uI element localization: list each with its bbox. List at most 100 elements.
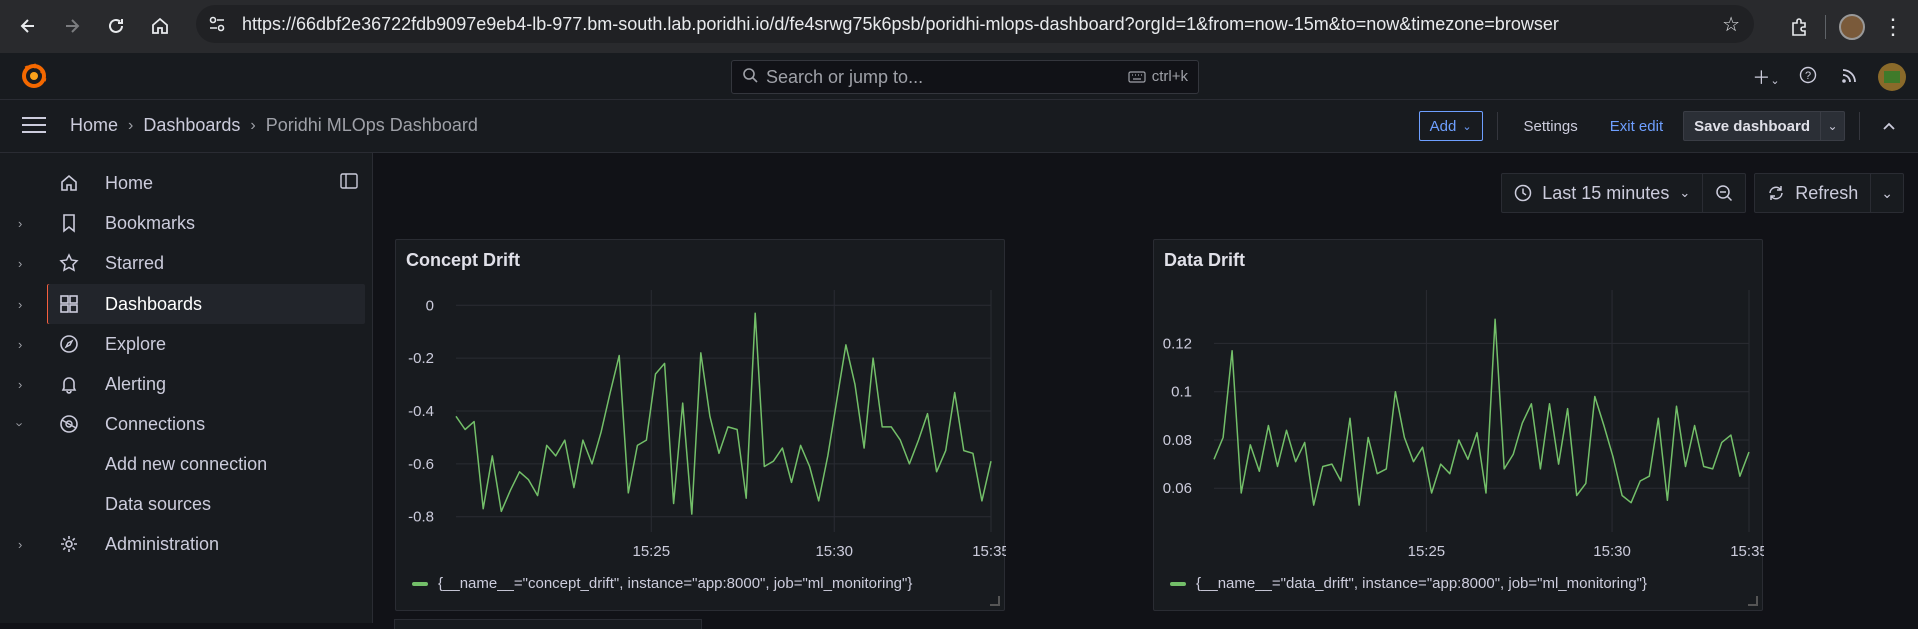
zoom-out-icon (1716, 185, 1733, 202)
bell-icon (58, 373, 80, 395)
y-tick-label: 0.1 (1171, 384, 1192, 401)
menu-kebab-icon[interactable]: ⋮ (1878, 14, 1908, 40)
breadcrumb-home[interactable]: Home (70, 115, 118, 136)
y-tick-label: 0.12 (1163, 335, 1192, 352)
profile-avatar[interactable] (1832, 7, 1872, 47)
sidebar-item-administration[interactable]: › Administration (0, 524, 365, 564)
chevron-right-icon[interactable]: › (18, 256, 22, 271)
legend-item[interactable]: {__name__="concept_drift", instance="app… (412, 575, 912, 592)
time-controls: Last 15 minutes ⌄ Refresh ⌄ (1501, 173, 1904, 213)
chevron-up-icon[interactable] (1874, 111, 1904, 141)
sidebar-item-label: Dashboards (105, 293, 203, 314)
settings-button[interactable]: Settings (1512, 111, 1590, 141)
save-dashboard-button[interactable]: Save dashboard ⌄ (1683, 111, 1845, 141)
refresh-interval-dropdown[interactable]: ⌄ (1870, 174, 1903, 212)
extensions-icon[interactable] (1779, 7, 1819, 47)
sidebar-item-dashboards[interactable]: › Dashboards (18, 284, 365, 324)
sidebar-item-data-sources[interactable]: Data sources (0, 484, 365, 524)
user-avatar[interactable] (1878, 63, 1906, 91)
series-line[interactable] (1213, 318, 1750, 506)
sidebar-item-bookmarks[interactable]: › Bookmarks (0, 203, 365, 243)
chevron-right-icon[interactable]: › (18, 337, 22, 352)
search-input[interactable]: Search or jump to... ctrl+k (731, 60, 1199, 94)
chevron-right-icon[interactable]: › (18, 216, 22, 231)
connections-icon (58, 413, 80, 435)
refresh-button[interactable]: Refresh (1755, 174, 1870, 212)
grafana-logo-icon[interactable] (20, 62, 48, 90)
breadcrumb-bar: Home › Dashboards › Poridhi MLOps Dashbo… (0, 100, 1918, 153)
legend-item[interactable]: {__name__="data_drift", instance="app:80… (1170, 575, 1647, 592)
chevron-right-icon[interactable]: › (18, 537, 22, 552)
toolbar-divider (1859, 112, 1860, 140)
save-dashboard-label: Save dashboard (1694, 117, 1810, 135)
news-feed-icon[interactable] (1836, 66, 1864, 89)
chevron-right-icon[interactable]: › (18, 297, 22, 312)
sidebar-nav: Home › Bookmarks › Starred › Dashboards … (0, 153, 373, 623)
sidebar-item-label: Administration (105, 533, 220, 554)
sidebar-item-explore[interactable]: › Explore (0, 324, 365, 364)
data-drift-chart: 0.12 0.1 0.08 0.06 15:25 15:30 15:35 (1163, 290, 1764, 560)
panel-partial (394, 619, 702, 629)
sidebar-item-connections[interactable]: › Connections (0, 404, 365, 444)
help-icon[interactable]: ? (1794, 66, 1822, 89)
y-tick-label: -0.8 (408, 509, 434, 526)
x-tick-label: 15:30 (1593, 543, 1631, 560)
chevron-down-icon[interactable]: ⌄ (1820, 112, 1844, 140)
y-tick-label: -0.4 (408, 403, 434, 420)
chevron-down-icon: ⌄ (1679, 185, 1691, 200)
search-placeholder: Search or jump to... (766, 66, 924, 87)
sidebar-item-label: Bookmarks (105, 212, 196, 233)
resize-handle[interactable] (1748, 596, 1758, 606)
sidebar-item-starred[interactable]: › Starred (0, 243, 365, 283)
time-range-label: Last 15 minutes (1542, 182, 1670, 203)
refresh-label: Refresh (1795, 182, 1859, 203)
y-tick-label: 0.06 (1163, 480, 1192, 497)
bookmark-star-icon[interactable]: ☆ (1722, 12, 1740, 37)
back-icon[interactable] (8, 6, 48, 46)
zoom-out-button[interactable] (1702, 174, 1745, 212)
bookmark-icon (58, 212, 80, 234)
reload-icon[interactable] (96, 6, 136, 46)
sidebar-item-alerting[interactable]: › Alerting (0, 364, 365, 404)
compass-icon (58, 333, 80, 355)
resize-handle[interactable] (990, 596, 1000, 606)
url-text[interactable]: https://66dbf2e36722fdb9097e9eb4-lb-977.… (242, 14, 1559, 35)
add-button[interactable]: Add ⌄ (1418, 111, 1483, 141)
keyboard-icon (1128, 70, 1146, 83)
panel-data-drift[interactable]: Data Drift 0.12 0.1 0.08 0.06 15:25 15:30 15:3… (1153, 239, 1764, 611)
y-tick-label: -0.6 (408, 456, 434, 473)
breadcrumb-separator-icon: › (128, 116, 134, 134)
menu-icon[interactable] (22, 117, 46, 135)
time-range-picker[interactable]: Last 15 minutes ⌄ (1502, 174, 1702, 212)
grafana-topbar: Search or jump to... ctrl+k ＋⌄ ? (0, 53, 1918, 100)
plus-icon[interactable]: ＋⌄ (1752, 64, 1780, 90)
legend-label: {__name__="concept_drift", instance="app… (438, 575, 913, 592)
chevron-right-icon[interactable]: › (18, 377, 22, 392)
sidebar-item-home[interactable]: Home (0, 163, 365, 203)
breadcrumb-dashboards[interactable]: Dashboards (143, 115, 240, 136)
concept-drift-chart: 0 -0.2 -0.4 -0.6 -0.8 15:25 15:30 15:35 (408, 290, 1006, 560)
x-tick-label: 15:35 (972, 543, 1006, 560)
address-bar[interactable]: https://66dbf2e36722fdb9097e9eb4-lb-977.… (196, 5, 1754, 43)
series-line[interactable] (455, 312, 992, 515)
y-tick-label: 0 (426, 297, 434, 314)
sidebar-item-label: Home (105, 172, 154, 193)
x-tick-label: 15:25 (633, 543, 671, 560)
panel-concept-drift[interactable]: Concept Drift 0 -0.2 -0.4 -0.6 -0.8 15:25 15:3… (395, 239, 1006, 611)
x-tick-label: 15:35 (1730, 543, 1764, 560)
legend-label: {__name__="data_drift", instance="app:80… (1196, 575, 1648, 592)
breadcrumb-separator-icon: › (250, 116, 256, 134)
forward-icon[interactable] (52, 6, 92, 46)
chevron-down-icon[interactable]: › (13, 422, 28, 426)
sidebar-item-add-new-connection[interactable]: Add new connection (0, 444, 365, 484)
sidebar-item-label: Add new connection (105, 453, 268, 474)
sidebar-item-label: Starred (105, 252, 165, 273)
chevron-down-icon: ⌄ (1462, 120, 1472, 133)
home-icon[interactable] (140, 6, 180, 46)
site-info-icon[interactable] (200, 7, 234, 41)
sidebar-item-label: Explore (105, 333, 167, 354)
home-icon (58, 172, 80, 194)
exit-edit-button[interactable]: Exit edit (1598, 111, 1675, 141)
refresh-picker: Refresh ⌄ (1754, 173, 1904, 213)
sidebar-item-label: Data sources (105, 493, 212, 514)
